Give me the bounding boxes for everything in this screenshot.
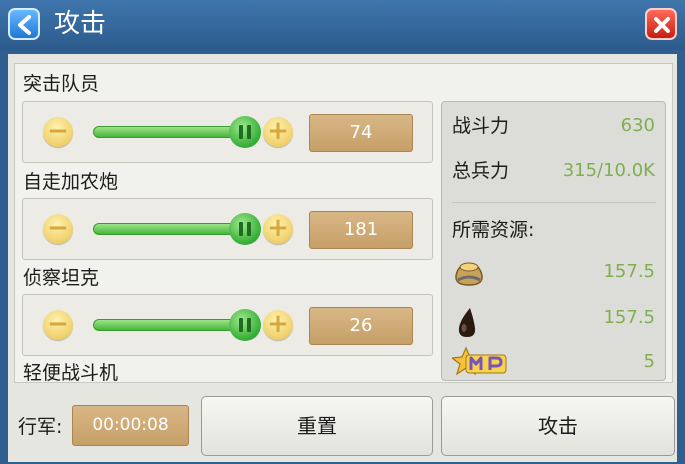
troops-value: 315/10.0K: [562, 160, 655, 181]
unit-label: 侦察坦克: [23, 267, 100, 289]
quantity-field[interactable]: 74: [309, 114, 413, 152]
back-button[interactable]: [8, 8, 40, 40]
close-icon: [654, 17, 670, 33]
close-button[interactable]: [645, 8, 677, 40]
troops-label: 总兵力: [452, 160, 510, 182]
plus-icon: +: [267, 116, 289, 146]
increase-button[interactable]: +: [263, 117, 293, 147]
divider: [452, 202, 656, 203]
minus-icon: −: [47, 309, 69, 339]
oil-cost: 157.5: [603, 307, 655, 328]
power-label: 战斗力: [452, 115, 510, 137]
unit-row: − + 26: [22, 294, 433, 356]
unit-row: − + 74: [22, 101, 433, 163]
decrease-button[interactable]: −: [43, 117, 73, 147]
back-arrow-icon: [18, 15, 31, 35]
unit-label: 突击队员: [23, 73, 100, 95]
plus-icon: +: [267, 213, 289, 243]
pause-bars-icon: [239, 318, 251, 332]
decrease-button[interactable]: −: [43, 214, 73, 244]
food-sack-icon: [455, 262, 483, 286]
unit-label: 自走加农炮: [23, 171, 119, 193]
decrease-button[interactable]: −: [43, 310, 73, 340]
window-title: 攻击: [54, 9, 107, 39]
unit-row: − + 181: [22, 198, 433, 260]
increase-button[interactable]: +: [263, 310, 293, 340]
slider-handle[interactable]: [229, 116, 261, 148]
quantity-field[interactable]: 181: [309, 211, 413, 249]
quantity-field[interactable]: 26: [309, 307, 413, 345]
mp-cost: 5: [643, 351, 655, 372]
resources-label: 所需资源:: [452, 219, 535, 241]
power-value: 630: [620, 115, 655, 136]
attack-button[interactable]: 攻击: [441, 396, 675, 456]
march-time: 00:00:08: [72, 405, 189, 446]
minus-icon: −: [47, 116, 69, 146]
stats-panel: 战斗力 630 总兵力 315/10.0K 所需资源: 157.5 157.5 …: [441, 101, 666, 381]
reset-button[interactable]: 重置: [201, 396, 433, 456]
slider-handle[interactable]: [229, 309, 261, 341]
food-cost: 157.5: [603, 261, 655, 282]
plus-icon: +: [267, 309, 289, 339]
pause-bars-icon: [239, 125, 251, 139]
increase-button[interactable]: +: [263, 214, 293, 244]
minus-icon: −: [47, 213, 69, 243]
title-bar: 攻击: [0, 0, 685, 50]
march-label: 行军:: [18, 416, 63, 438]
unit-label: 轻便战斗机: [23, 362, 119, 384]
oil-drop-icon: [458, 308, 476, 337]
mp-icon: [452, 346, 507, 376]
pause-bars-icon: [239, 222, 251, 236]
slider-handle[interactable]: [229, 213, 261, 245]
